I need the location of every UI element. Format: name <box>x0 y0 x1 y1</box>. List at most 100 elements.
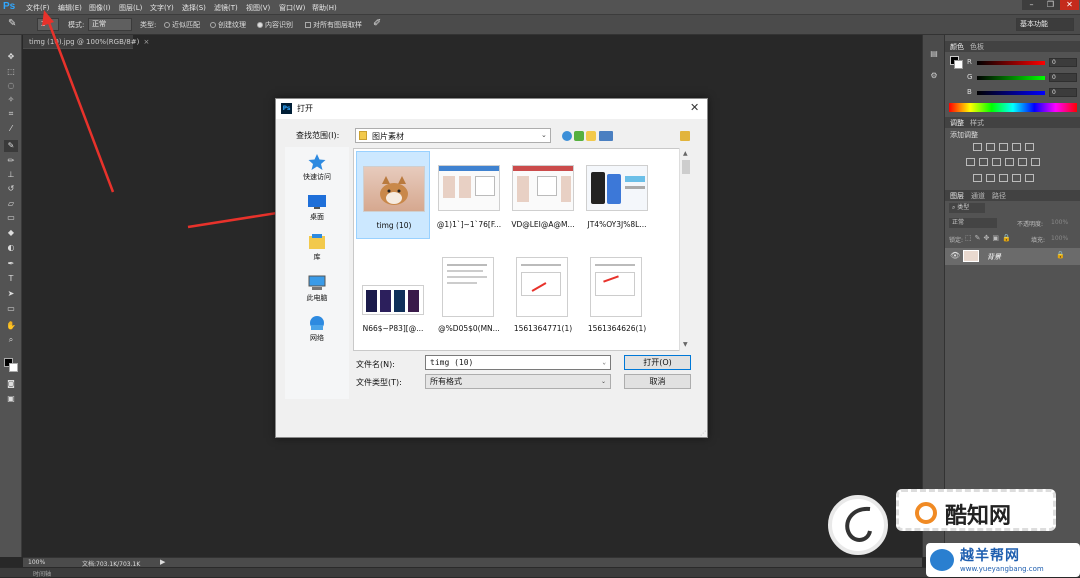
dialog-title: 打开 <box>297 104 313 113</box>
slider-value-input[interactable]: 0 <box>1049 58 1077 67</box>
fill-value[interactable]: 100% <box>1051 235 1068 242</box>
tab-swatches[interactable]: 色板 <box>970 42 984 52</box>
brightness-icon[interactable] <box>973 143 982 151</box>
slider-track[interactable] <box>977 76 1045 80</box>
file-name: @1)1`]~1`76[F... <box>436 220 502 229</box>
gradient-map-icon[interactable] <box>1012 174 1021 182</box>
status-bar: 100% 文档:703.1K/703.1K ▶ <box>23 557 922 568</box>
dialog-close-icon[interactable]: ✕ <box>690 101 699 114</box>
blend-mode-select[interactable]: 正常 <box>949 218 997 228</box>
scroll-up-icon[interactable]: ▲ <box>683 150 688 157</box>
lookin-value: 图片素材 <box>372 132 404 141</box>
photo-filter-icon[interactable] <box>1005 158 1014 166</box>
folder-action-icon[interactable] <box>680 131 690 141</box>
color-slider-b[interactable]: B0 <box>967 88 1077 98</box>
file-item[interactable]: JT4%OY3J%8L... <box>580 151 654 239</box>
file-item[interactable]: @1)1`]~1`76[F... <box>432 151 506 239</box>
tab-layers[interactable]: 图层 <box>950 191 964 201</box>
watermark-site-badge: 越羊帮网 www.yueyangbang.com <box>926 543 1080 577</box>
posterize-icon[interactable] <box>986 174 995 182</box>
open-button[interactable]: 打开(O) <box>624 355 691 370</box>
file-item[interactable]: 1561364771(1) <box>506 255 580 343</box>
file-name: JT4%OY3J%8L... <box>587 220 647 229</box>
filetype-value: 所有格式 <box>430 377 462 386</box>
invert-icon[interactable] <box>973 174 982 182</box>
up-folder-icon[interactable] <box>574 131 584 141</box>
zoom-level[interactable]: 100% <box>28 559 45 566</box>
slider-label: B <box>967 88 972 96</box>
slider-value-input[interactable]: 0 <box>1049 88 1077 97</box>
lock-icons[interactable]: ⬚✎✥▣🔒 <box>965 234 1014 242</box>
desktop-icon <box>308 195 326 209</box>
panel-icon-strip: ▤ ⚙ <box>922 35 944 557</box>
color-panel-background[interactable] <box>954 60 963 69</box>
filename-label: 文件名(N): <box>356 360 395 369</box>
curves-icon[interactable] <box>999 143 1008 151</box>
brand-circle-icon <box>915 502 937 524</box>
file-name: 1561364771(1) <box>513 324 573 333</box>
computer-icon <box>308 275 326 290</box>
channel-mixer-icon[interactable] <box>1018 158 1027 166</box>
place-desktop[interactable]: 桌面 <box>285 194 349 222</box>
slider-track[interactable] <box>977 61 1045 65</box>
file-item[interactable]: VD@LEI@A@M... <box>506 151 580 239</box>
tab-paths[interactable]: 路径 <box>992 191 1006 201</box>
tab-channels[interactable]: 通道 <box>971 191 985 201</box>
slider-track[interactable] <box>977 91 1045 95</box>
chevron-down-icon: ⌄ <box>541 131 547 139</box>
dog-photo-image <box>380 176 408 205</box>
file-list-scrollbar[interactable]: ▲ ▼ <box>679 148 692 351</box>
watermark-site-name: 越羊帮网 <box>960 548 1020 564</box>
file-name: @%D05$0(MN... <box>438 324 500 333</box>
arrow-to-file-menu <box>42 10 115 193</box>
color-slider-g[interactable]: G0 <box>967 73 1077 83</box>
watermark-logo-icon <box>828 495 888 555</box>
tab-styles[interactable]: 样式 <box>970 118 984 128</box>
file-thumbnail <box>586 165 648 211</box>
place-network[interactable]: 网络 <box>285 315 349 343</box>
place-quick-access[interactable]: 快速访问 <box>285 154 349 182</box>
opacity-value[interactable]: 100% <box>1051 219 1068 226</box>
place-libraries[interactable]: 库 <box>285 234 349 262</box>
file-item[interactable]: N66$~P83][@... <box>356 255 430 343</box>
exposure-icon[interactable] <box>1012 143 1021 151</box>
layer-row[interactable]: 👁 背景 🔒 <box>945 248 1080 265</box>
threshold-icon[interactable] <box>999 174 1008 182</box>
view-menu-icon[interactable] <box>599 131 613 141</box>
lock-label: 锁定: <box>949 237 964 244</box>
properties-panel-icon[interactable]: ⚙ <box>927 71 941 83</box>
file-item[interactable]: @%D05$0(MN... <box>432 255 506 343</box>
layer-filter-select[interactable]: ⌕ 类型 <box>949 203 985 213</box>
color-lookup-icon[interactable] <box>1031 158 1040 166</box>
resize-grip-icon[interactable]: ⋰ <box>700 430 706 437</box>
file-item[interactable]: timg (10) <box>356 151 430 239</box>
tab-adjustments[interactable]: 调整 <box>950 118 964 128</box>
color-spectrum[interactable] <box>949 103 1077 112</box>
file-item[interactable]: 1561364626(1) <box>580 255 654 343</box>
cancel-button[interactable]: 取消 <box>624 374 691 389</box>
vibrance-icon[interactable] <box>1025 143 1034 151</box>
lookin-select[interactable]: 图片素材 ⌄ <box>355 128 551 143</box>
black-white-icon[interactable] <box>992 158 1001 166</box>
place-this-pc[interactable]: 此电脑 <box>285 275 349 303</box>
watermark-brand: 酷知网 <box>945 503 1012 529</box>
filename-input[interactable]: timg (10) ⌄ <box>425 355 611 370</box>
back-icon[interactable] <box>562 131 572 141</box>
levels-icon[interactable] <box>986 143 995 151</box>
new-folder-icon[interactable] <box>586 131 596 141</box>
tab-color[interactable]: 颜色 <box>950 42 964 52</box>
filetype-select[interactable]: 所有格式 ⌄ <box>425 374 611 389</box>
color-balance-icon[interactable] <box>979 158 988 166</box>
chevron-down-icon[interactable]: ⌄ <box>602 356 606 369</box>
scroll-down-icon[interactable]: ▼ <box>683 341 688 348</box>
scroll-thumb[interactable] <box>682 160 690 174</box>
history-panel-icon[interactable]: ▤ <box>927 49 941 61</box>
file-name: VD@LEI@A@M... <box>511 220 575 229</box>
visibility-eye-icon[interactable]: 👁 <box>950 251 960 260</box>
watermark-brand-badge: 酷知网 <box>896 489 1056 531</box>
selective-color-icon[interactable] <box>1025 174 1034 182</box>
color-slider-r[interactable]: R0 <box>967 58 1077 68</box>
hue-saturation-icon[interactable] <box>966 158 975 166</box>
slider-value-input[interactable]: 0 <box>1049 73 1077 82</box>
status-menu-arrow-icon[interactable]: ▶ <box>160 558 165 566</box>
